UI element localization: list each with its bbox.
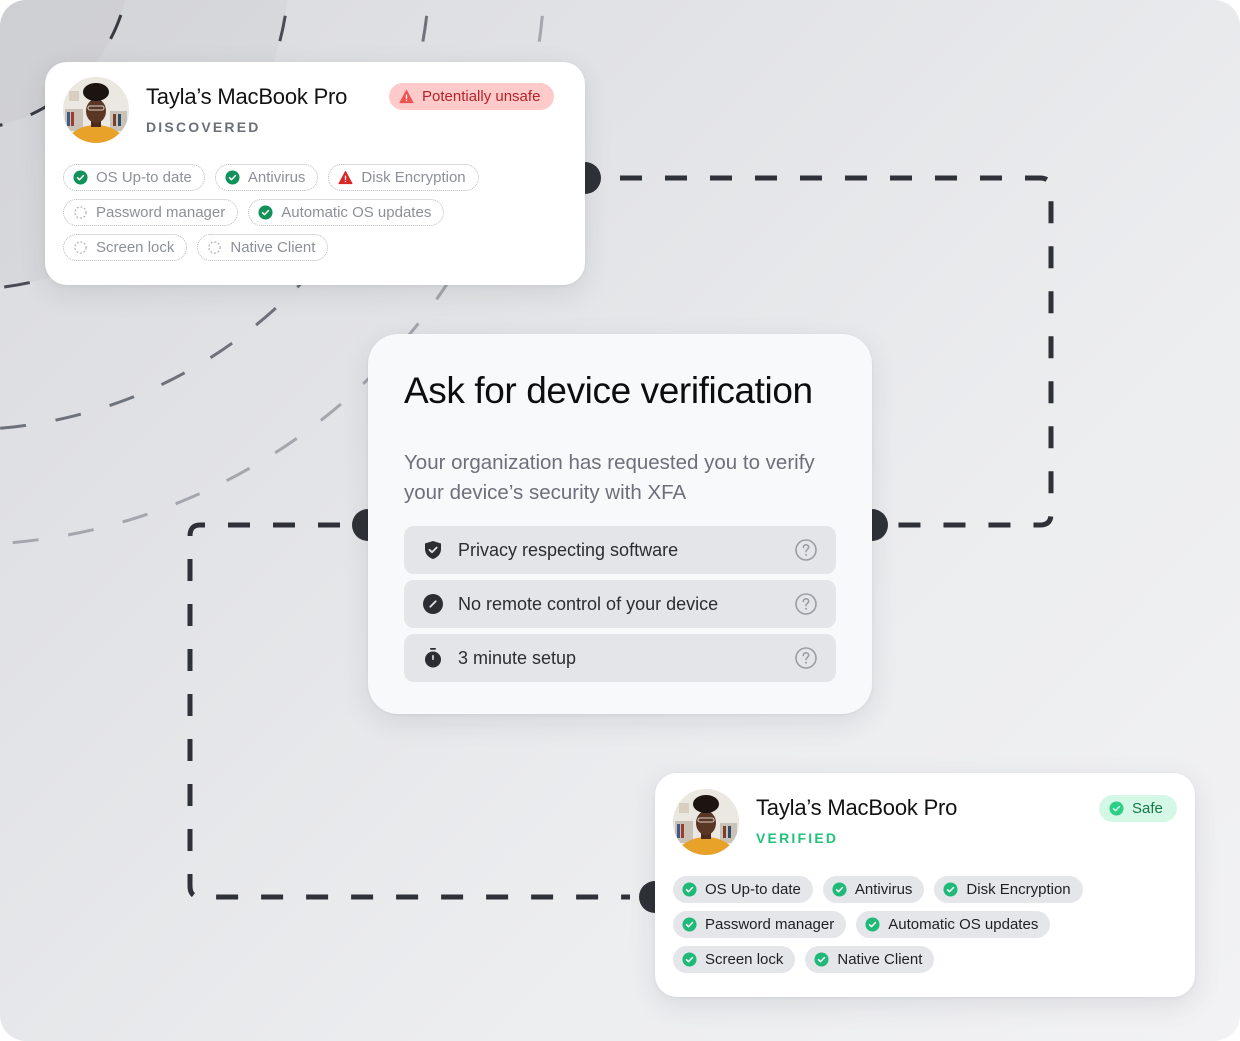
security-check-chip: Native Client xyxy=(197,234,329,261)
security-check-chip: OS Up-to date xyxy=(673,876,813,903)
warning-triangle-icon xyxy=(399,89,414,104)
check-circle-icon xyxy=(258,205,273,220)
user-photo xyxy=(63,77,129,143)
check-circle-icon xyxy=(73,170,88,185)
shield-check-icon xyxy=(425,541,441,559)
security-check-chip: Password manager xyxy=(63,199,239,226)
security-check-chip: Antivirus xyxy=(214,164,319,191)
security-check-chip: Disk Encryption xyxy=(934,876,1083,903)
status-badge-label: Potentially unsafe xyxy=(422,88,541,105)
warning-triangle-icon xyxy=(338,170,353,185)
feature-item-privacy: Privacy respecting software xyxy=(404,526,836,574)
chip-label: Password manager xyxy=(705,916,835,933)
chip-label: Disk Encryption xyxy=(966,881,1071,898)
chip-label: Antivirus xyxy=(854,881,913,898)
security-checks-list: OS Up-to date Antivirus Disk Encryption … xyxy=(63,164,533,261)
chip-label: Screen lock xyxy=(705,951,784,968)
dashed-circle-icon xyxy=(74,206,87,219)
chip-label: Automatic OS updates xyxy=(888,916,1039,933)
check-circle-icon xyxy=(865,917,880,932)
prompt-title: Ask for device verification xyxy=(404,370,813,411)
chip-label: OS Up-to date xyxy=(96,169,192,186)
chip-label: Password manager xyxy=(96,204,226,221)
chip-label: Screen lock xyxy=(96,239,175,256)
chip-label: Automatic OS updates xyxy=(281,204,432,221)
device-state-label: VERIFIED xyxy=(756,830,839,846)
user-photo xyxy=(673,789,739,855)
feature-list: Privacy respecting software No remote co… xyxy=(404,526,836,682)
security-check-chip: Antivirus xyxy=(822,876,925,903)
security-check-chip: Screen lock xyxy=(673,946,796,973)
check-circle-icon xyxy=(814,952,829,967)
device-name: Tayla’s MacBook Pro xyxy=(146,84,348,109)
security-check-chip: Screen lock xyxy=(63,234,188,261)
security-check-chip: Disk Encryption xyxy=(328,164,479,191)
security-check-chip: Native Client xyxy=(805,946,935,973)
security-checks-list: OS Up-to date Antivirus Disk Encryption … xyxy=(673,876,1143,973)
check-circle-icon xyxy=(1109,801,1124,816)
feature-label: No remote control of your device xyxy=(458,593,719,614)
device-state-label: DISCOVERED xyxy=(146,119,261,135)
check-circle-icon xyxy=(682,917,697,932)
question-circle-icon[interactable] xyxy=(794,592,818,616)
feature-item-no-remote-control: No remote control of your device xyxy=(404,580,836,628)
security-check-chip: OS Up-to date xyxy=(63,164,205,191)
chip-label: Antivirus xyxy=(247,169,306,186)
check-circle-icon xyxy=(682,882,697,897)
prompt-description: Your organization has requested you to v… xyxy=(404,451,815,504)
check-circle-icon xyxy=(943,882,958,897)
status-badge: Safe xyxy=(1099,795,1177,822)
check-circle-icon xyxy=(832,882,847,897)
stopwatch-icon xyxy=(425,648,441,668)
feature-item-setup-time: 3 minute setup xyxy=(404,634,836,682)
status-badge: Potentially unsafe xyxy=(389,83,555,110)
chip-label: Disk Encryption xyxy=(361,169,466,186)
check-circle-icon xyxy=(225,170,240,185)
avatar xyxy=(673,789,739,855)
chip-label: Native Client xyxy=(230,239,316,256)
dashed-circle-icon xyxy=(208,241,222,254)
feature-label: 3 minute setup xyxy=(458,647,577,668)
question-circle-icon[interactable] xyxy=(794,646,818,670)
check-circle-icon xyxy=(682,952,697,967)
feature-label: Privacy respecting software xyxy=(458,539,679,560)
question-circle-icon[interactable] xyxy=(794,538,818,562)
security-check-chip: Automatic OS updates xyxy=(248,199,445,226)
status-badge-label: Safe xyxy=(1132,800,1163,817)
chip-label: OS Up-to date xyxy=(705,881,801,898)
verified-device-card: Tayla’s MacBook Pro VERIFIED Safe OS Up-… xyxy=(655,773,1195,997)
verification-prompt-card: Ask for device verification Your organiz… xyxy=(368,334,872,714)
chip-label: Native Client xyxy=(837,951,923,968)
dashed-circle-icon xyxy=(74,241,87,254)
security-check-chip: Automatic OS updates xyxy=(856,911,1051,938)
discovered-device-card: Tayla’s MacBook Pro DISCOVERED Potential… xyxy=(45,62,585,285)
illustration-canvas: Tayla’s MacBook Pro DISCOVERED Potential… xyxy=(0,0,1240,1041)
avatar xyxy=(63,77,129,143)
device-name: Tayla’s MacBook Pro xyxy=(756,795,958,820)
slash-circle-icon xyxy=(423,594,443,614)
security-check-chip: Password manager xyxy=(673,911,847,938)
